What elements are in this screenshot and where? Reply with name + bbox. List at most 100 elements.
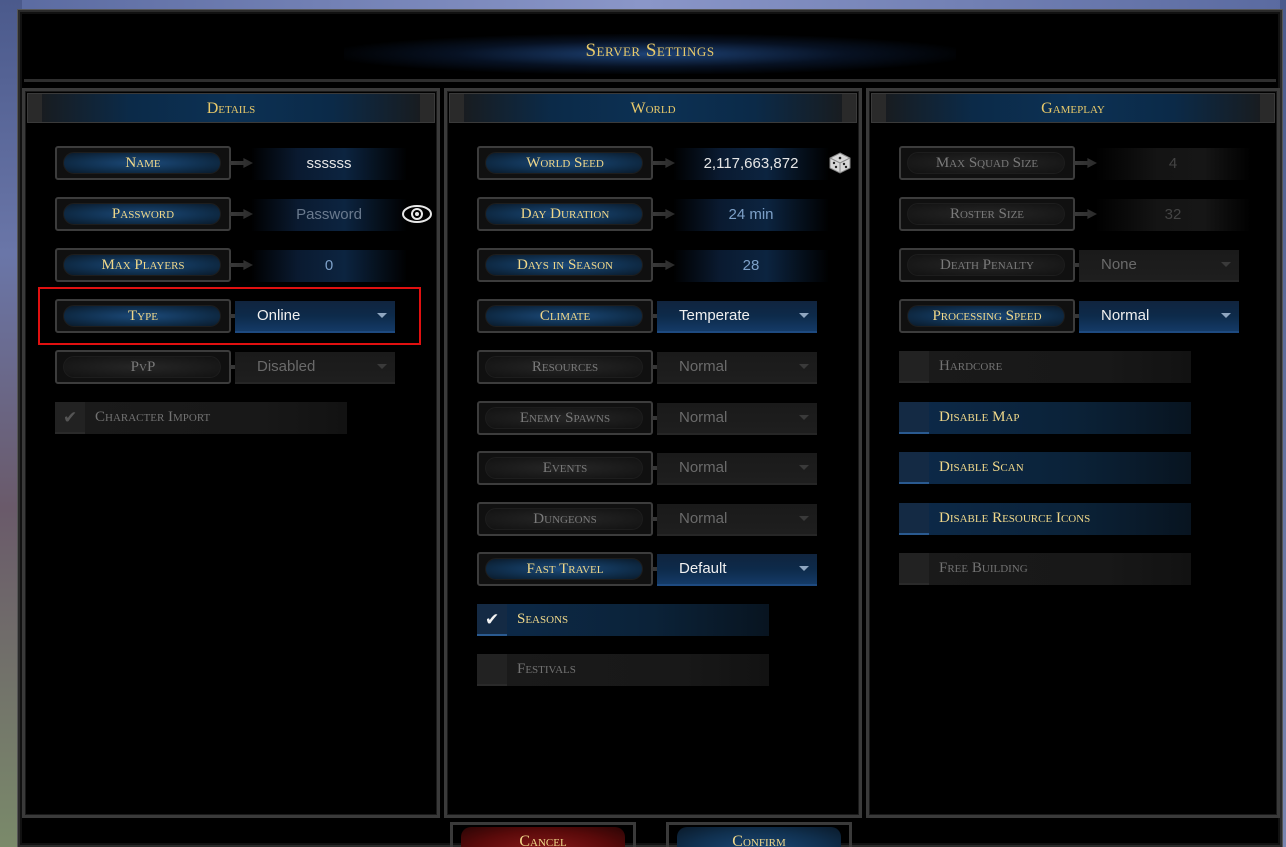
cancel-label: Cancel <box>519 833 567 847</box>
free-building-checkbox[interactable]: Free Building <box>899 553 1191 585</box>
password-input[interactable]: Password <box>251 199 407 231</box>
days-in-season-input[interactable]: 28 <box>673 250 829 282</box>
server-settings-window: Server Settings Details Name ssssss Pass… <box>18 10 1282 847</box>
events-label: Events <box>477 451 653 485</box>
chevron-down-icon <box>1221 262 1231 267</box>
connector <box>1073 158 1097 168</box>
world-seed-row: World Seed 2,117,663,872 <box>477 146 857 180</box>
dice-icon[interactable] <box>829 152 851 174</box>
max-players-row: Max Players 0 <box>55 248 415 282</box>
eye-icon[interactable] <box>401 203 433 225</box>
name-input[interactable]: ssssss <box>251 148 407 180</box>
enemy-spawns-label: Enemy Spawns <box>477 401 653 435</box>
name-row: Name ssssss <box>55 146 415 180</box>
chevron-down-icon <box>799 516 809 521</box>
processing-speed-dropdown[interactable]: Normal <box>1079 301 1239 333</box>
day-duration-label: Day Duration <box>477 197 653 231</box>
day-duration-input[interactable]: 24 min <box>673 199 829 231</box>
name-label: Name <box>55 146 231 180</box>
pvp-label: PvP <box>55 350 231 384</box>
climate-row: Climate Temperate <box>477 299 837 333</box>
confirm-button[interactable]: Confirm <box>666 822 852 847</box>
dungeons-value: Normal <box>679 510 728 527</box>
world-panel: World World Seed 2,117,663,872 Day Durat… <box>444 88 862 818</box>
events-dropdown[interactable]: Normal <box>657 453 817 485</box>
checkmark-icon: ✔ <box>63 408 78 428</box>
climate-dropdown[interactable]: Temperate <box>657 301 817 333</box>
max-squad-label: Max Squad Size <box>899 146 1075 180</box>
disable-scan-checkbox[interactable]: Disable Scan <box>899 452 1191 484</box>
roster-input[interactable]: 32 <box>1095 199 1251 231</box>
hardcore-checkbox[interactable]: Hardcore <box>899 351 1191 383</box>
world-seed-label: World Seed <box>477 146 653 180</box>
chevron-down-icon <box>799 465 809 470</box>
processing-speed-row: Processing Speed Normal <box>899 299 1259 333</box>
death-penalty-row: Death Penalty None <box>899 248 1259 282</box>
max-squad-row: Max Squad Size 4 <box>899 146 1259 180</box>
pvp-value: Disabled <box>257 358 316 375</box>
enemy-spawns-dropdown[interactable]: Normal <box>657 403 817 435</box>
hardcore-label: Hardcore <box>939 358 1003 374</box>
free-building-label: Free Building <box>939 560 1028 576</box>
disable-map-checkbox[interactable]: Disable Map <box>899 402 1191 434</box>
processing-speed-label: Processing Speed <box>899 299 1075 333</box>
chevron-down-icon <box>799 364 809 369</box>
day-duration-row: Day Duration 24 min <box>477 197 837 231</box>
events-row: Events Normal <box>477 451 837 485</box>
confirm-label: Confirm <box>732 833 786 847</box>
character-import-checkbox[interactable]: ✔ Character Import <box>55 402 347 434</box>
world-seed-input[interactable]: 2,117,663,872 <box>673 148 829 180</box>
connector <box>229 209 253 219</box>
seasons-checkbox[interactable]: ✔ Seasons <box>477 604 769 636</box>
enemy-spawns-row: Enemy Spawns Normal <box>477 401 837 435</box>
connector <box>651 158 675 168</box>
pvp-dropdown[interactable]: Disabled <box>235 352 395 384</box>
fast-travel-value: Default <box>679 560 727 577</box>
disable-map-label: Disable Map <box>939 409 1020 425</box>
connector <box>229 260 253 270</box>
resources-dropdown[interactable]: Normal <box>657 352 817 384</box>
window-title: Server Settings <box>585 40 715 61</box>
details-header: Details <box>27 93 435 123</box>
festivals-checkbox[interactable]: Festivals <box>477 654 769 686</box>
details-title: Details <box>206 100 256 117</box>
climate-label: Climate <box>477 299 653 333</box>
disable-resource-icons-checkbox[interactable]: Disable Resource Icons <box>899 503 1191 535</box>
climate-value: Temperate <box>679 307 750 324</box>
resources-row: Resources Normal <box>477 350 837 384</box>
max-squad-input[interactable]: 4 <box>1095 148 1251 180</box>
fast-travel-dropdown[interactable]: Default <box>657 554 817 586</box>
days-in-season-label: Days in Season <box>477 248 653 282</box>
world-header: World <box>449 93 857 123</box>
disable-resource-icons-label: Disable Resource Icons <box>939 510 1091 526</box>
chevron-down-icon <box>799 566 809 571</box>
gameplay-header: Gameplay <box>871 93 1275 123</box>
dungeons-dropdown[interactable]: Normal <box>657 504 817 536</box>
connector <box>651 209 675 219</box>
disable-scan-label: Disable Scan <box>939 459 1024 475</box>
password-row: Password Password <box>55 197 435 231</box>
festivals-label: Festivals <box>517 661 576 677</box>
dungeons-label: Dungeons <box>477 502 653 536</box>
max-players-input[interactable]: 0 <box>251 250 407 282</box>
chevron-down-icon <box>377 364 387 369</box>
fast-travel-row: Fast Travel Default <box>477 552 837 586</box>
death-penalty-label: Death Penalty <box>899 248 1075 282</box>
dungeons-row: Dungeons Normal <box>477 502 837 536</box>
character-import-label: Character Import <box>95 409 211 425</box>
resources-label: Resources <box>477 350 653 384</box>
death-penalty-value: None <box>1101 256 1137 273</box>
chevron-down-icon <box>799 313 809 318</box>
death-penalty-dropdown[interactable]: None <box>1079 250 1239 282</box>
roster-row: Roster Size 32 <box>899 197 1259 231</box>
enemy-spawns-value: Normal <box>679 409 728 426</box>
pvp-row: PvP Disabled <box>55 350 415 384</box>
checkmark-icon: ✔ <box>485 610 500 630</box>
processing-speed-value: Normal <box>1101 307 1150 324</box>
connector <box>229 158 253 168</box>
gameplay-panel: Gameplay Max Squad Size 4 Roster Size 32… <box>866 88 1280 818</box>
cancel-button[interactable]: Cancel <box>450 822 636 847</box>
chevron-down-icon <box>799 415 809 420</box>
max-players-label: Max Players <box>55 248 231 282</box>
days-in-season-row: Days in Season 28 <box>477 248 837 282</box>
